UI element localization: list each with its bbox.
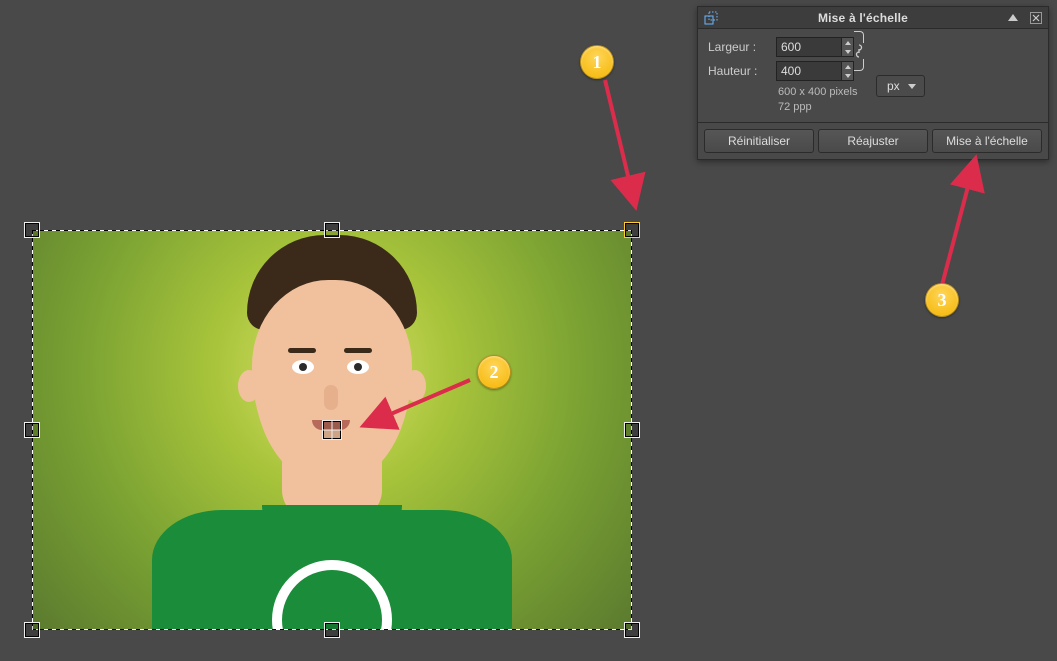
height-label: Hauteur : bbox=[708, 64, 768, 78]
annotation-marker-2: 2 bbox=[477, 355, 511, 389]
unit-select-label: px bbox=[887, 79, 900, 93]
unit-select[interactable]: px bbox=[876, 75, 925, 97]
scale-transform-frame[interactable] bbox=[32, 230, 632, 630]
height-spinbox[interactable] bbox=[776, 61, 854, 81]
dialog-titlebar[interactable]: Mise à l'échelle bbox=[698, 7, 1048, 29]
dialog-title-text: Mise à l'échelle bbox=[724, 11, 1002, 25]
scale-handle-center[interactable] bbox=[322, 420, 342, 440]
scale-handle-bottom-left[interactable] bbox=[24, 622, 40, 638]
reset-button[interactable]: Réinitialiser bbox=[704, 129, 814, 153]
chain-link-icon bbox=[855, 44, 863, 58]
scale-handle-mid-left[interactable] bbox=[24, 422, 40, 438]
scale-dialog: Mise à l'échelle Largeur : Hauteur : bbox=[697, 6, 1049, 160]
width-input[interactable] bbox=[777, 38, 841, 56]
scale-handle-bottom-right[interactable] bbox=[624, 622, 640, 638]
collapse-icon[interactable] bbox=[1008, 14, 1018, 21]
close-icon[interactable] bbox=[1030, 12, 1042, 24]
scale-handle-mid-right[interactable] bbox=[624, 422, 640, 438]
aspect-lock-toggle[interactable] bbox=[852, 29, 866, 73]
annotation-marker-3: 3 bbox=[925, 283, 959, 317]
apply-scale-button[interactable]: Mise à l'échelle bbox=[932, 129, 1042, 153]
scale-handle-mid-bottom[interactable] bbox=[324, 622, 340, 638]
annotation-marker-1: 1 bbox=[580, 45, 614, 79]
chevron-down-icon bbox=[908, 84, 916, 89]
scale-handle-top-right[interactable] bbox=[624, 222, 640, 238]
width-label: Largeur : bbox=[708, 40, 768, 54]
scale-handle-top-left[interactable] bbox=[24, 222, 40, 238]
height-input[interactable] bbox=[777, 62, 841, 80]
width-spinbox[interactable] bbox=[776, 37, 854, 57]
info-resolution: 72 ppp bbox=[778, 100, 1038, 115]
scale-handle-mid-top[interactable] bbox=[324, 222, 340, 238]
scale-tool-icon bbox=[704, 11, 718, 25]
readjust-button[interactable]: Réajuster bbox=[818, 129, 928, 153]
